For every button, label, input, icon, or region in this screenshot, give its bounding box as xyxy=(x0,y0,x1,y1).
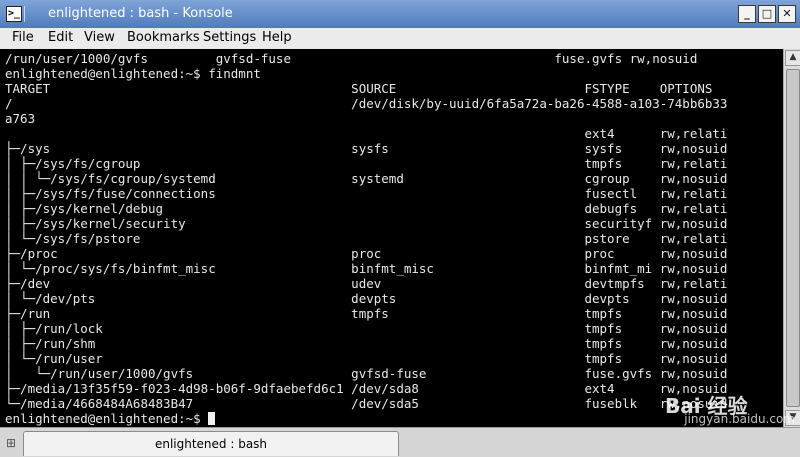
title-separator xyxy=(24,6,25,22)
maximize-button[interactable]: □ xyxy=(758,5,776,23)
terminal-line: a763 xyxy=(5,111,36,126)
terminal-line: ├─/media/13f35f59-f023-4d98-b06f-9dfaebe… xyxy=(5,381,728,396)
tab-label: enlightened : bash xyxy=(154,437,268,451)
menu-view[interactable]: View xyxy=(84,30,115,45)
tab-bar: ⊞ enlightened : bash xyxy=(0,427,800,457)
terminal-line: │ ├─/sys/fs/cgroup tmpfs rw,relati xyxy=(5,156,728,171)
terminal-line: │ │ └─/sys/fs/cgroup/systemd systemd cgr… xyxy=(5,171,728,186)
terminal-line: └─/media/4668484A68483B47 /dev/sda5 fuse… xyxy=(5,396,728,411)
terminal-line: │ ├─/sys/kernel/security securityf rw,no… xyxy=(5,216,728,231)
terminal-line: │ ├─/run/lock tmpfs rw,nosuid xyxy=(5,321,728,336)
tab-bash[interactable]: enlightened : bash xyxy=(23,431,399,456)
title-bar[interactable]: >_ enlightened : bash - Konsole _ □ ✕ xyxy=(0,0,800,29)
terminal-line: ├─/dev udev devtmpfs rw,relati xyxy=(5,276,728,291)
scrollbar-thumb[interactable] xyxy=(786,69,800,407)
vertical-scrollbar[interactable]: ▲ ▼ xyxy=(783,49,800,427)
terminal-line: │ └─/sys/fs/pstore pstore rw,relati xyxy=(5,231,728,246)
terminal-line: TARGET SOURCE FSTYPE OPTIONS xyxy=(5,81,713,96)
menu-settings[interactable]: Settings xyxy=(203,30,256,45)
konsole-window: >_ enlightened : bash - Konsole _ □ ✕ Fi… xyxy=(0,0,800,457)
terminal-line: │ └─/run/user/1000/gvfs gvfsd-fuse fuse.… xyxy=(5,366,728,381)
terminal-app-icon[interactable]: >_ xyxy=(6,6,22,22)
terminal-line: ├─/run tmpfs tmpfs rw,nosuid xyxy=(5,306,728,321)
scroll-up-arrow-icon[interactable]: ▲ xyxy=(785,50,800,66)
terminal-line: /run/user/1000/gvfs gvfsd-fuse fuse.gvfs… xyxy=(5,51,698,66)
terminal-line: │ ├─/sys/kernel/debug debugfs rw,relati xyxy=(5,201,728,216)
terminal-line: │ └─/proc/sys/fs/binfmt_misc binfmt_misc… xyxy=(5,261,728,276)
menu-file[interactable]: File xyxy=(12,30,34,45)
menu-bookmarks[interactable]: Bookmarks xyxy=(127,30,200,45)
terminal-cursor xyxy=(208,412,216,425)
terminal-line: ├─/sys sysfs sysfs rw,nosuid xyxy=(5,141,728,156)
terminal-line: │ └─/dev/pts devpts devpts rw,nosuid xyxy=(5,291,728,306)
terminal-line: │ ├─/sys/fs/fuse/connections fusectl rw,… xyxy=(5,186,728,201)
terminal-line: ├─/proc proc proc rw,nosuid xyxy=(5,246,728,261)
minimize-button[interactable]: _ xyxy=(738,5,756,23)
terminal-line: enlightened@enlightened:~$ findmnt xyxy=(5,66,261,81)
terminal-line: │ └─/run/user tmpfs rw,nosuid xyxy=(5,351,728,366)
scroll-down-arrow-icon[interactable]: ▼ xyxy=(785,410,800,426)
terminal-line: │ ├─/run/shm tmpfs rw,nosuid xyxy=(5,336,728,351)
window-title: enlightened : bash - Konsole xyxy=(48,6,233,21)
terminal-line: / /dev/disk/by-uuid/6fa5a72a-ba26-4588-a… xyxy=(5,96,728,111)
terminal-prompt-line[interactable]: enlightened@enlightened:~$ xyxy=(5,411,216,426)
terminal-prompt: enlightened@enlightened:~$ xyxy=(5,411,209,426)
terminal-output[interactable]: /run/user/1000/gvfs gvfsd-fuse fuse.gvfs… xyxy=(0,49,783,427)
new-tab-icon[interactable]: ⊞ xyxy=(3,436,19,452)
menu-edit[interactable]: Edit xyxy=(48,30,73,45)
menu-help[interactable]: Help xyxy=(262,30,292,45)
terminal-line: ext4 rw,relati xyxy=(5,126,728,141)
menu-bar: File Edit View Bookmarks Settings Help xyxy=(0,28,800,48)
close-button[interactable]: ✕ xyxy=(778,5,796,23)
